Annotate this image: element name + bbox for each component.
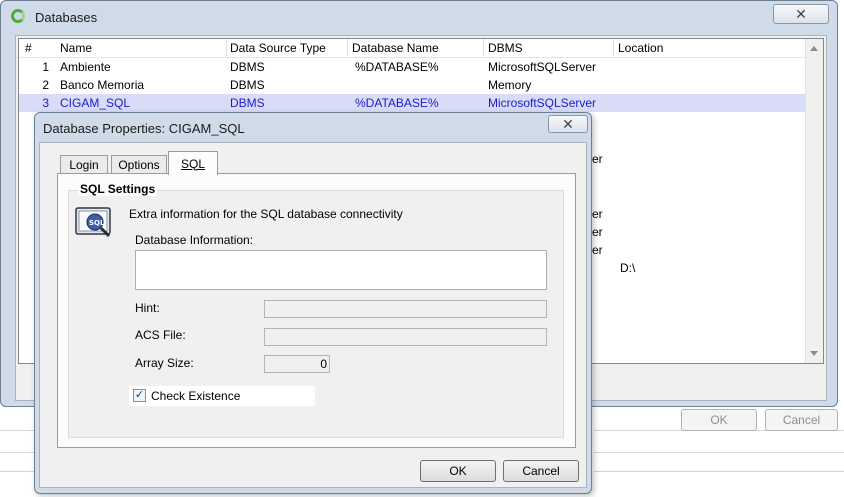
tab-login-label: Login (69, 158, 99, 172)
check-existence-label: Check Existence (151, 389, 241, 403)
row-number: 1 (42, 60, 49, 74)
acs-file-label: ACS File: (135, 328, 186, 342)
scroll-down-icon[interactable] (810, 351, 818, 356)
partial-location-text: D:\ (620, 261, 636, 275)
dialog-title: Database Properties: CIGAM_SQL (43, 121, 245, 136)
tab-options[interactable]: Options (111, 155, 167, 174)
row-dbms: MicrosoftSQLServer (488, 96, 597, 110)
row-dbms: Memory (488, 78, 532, 92)
tab-sql[interactable]: SQL (168, 151, 218, 175)
row-source-type: DBMS (230, 78, 265, 92)
svg-text:SQL: SQL (89, 219, 105, 227)
background-line (0, 471, 34, 472)
sql-tab-panel: SQL Settings SQL Extra information for t… (57, 173, 576, 448)
app-icon (11, 9, 25, 23)
array-size-label: Array Size: (135, 356, 194, 370)
sql-settings-title: SQL Settings (78, 182, 158, 196)
column-header-location[interactable]: Location (618, 41, 663, 55)
column-header-database-name[interactable]: Database Name (352, 41, 439, 55)
tab-login[interactable]: Login (60, 155, 108, 174)
databases-cancel-button[interactable]: Cancel (765, 409, 838, 431)
background-line (594, 452, 844, 453)
hint-field[interactable] (264, 300, 547, 318)
partial-dbms-text: er (592, 225, 603, 239)
databases-close-button[interactable]: ✕ (773, 4, 829, 24)
column-header-dbms[interactable]: DBMS (488, 41, 523, 55)
hint-label: Hint: (135, 301, 160, 315)
row-source-type: DBMS (230, 96, 265, 110)
column-separator[interactable] (226, 39, 227, 56)
databases-ok-button[interactable]: OK (681, 409, 757, 431)
databases-titlebar[interactable]: Databases (1, 1, 837, 31)
check-existence-checkbox[interactable]: ✓ (133, 389, 146, 402)
dialog-ok-button[interactable]: OK (420, 460, 496, 482)
column-separator[interactable] (613, 39, 614, 56)
column-header-source-type[interactable]: Data Source Type (230, 41, 326, 55)
table-row[interactable]: 1 Ambiente DBMS %DATABASE% MicrosoftSQLS… (19, 58, 809, 76)
dialog-client-area: Login Options SQL SQL Settings SQL Extra… (39, 142, 587, 488)
row-name: Banco Memoria (60, 78, 145, 92)
row-number: 2 (42, 78, 49, 92)
column-separator[interactable] (483, 39, 484, 56)
tab-options-label: Options (118, 158, 160, 172)
column-separator[interactable] (347, 39, 348, 56)
scroll-up-icon[interactable] (810, 46, 818, 51)
array-size-field[interactable]: 0 (264, 355, 330, 373)
partial-dbms-text: er (592, 152, 603, 166)
dialog-close-button[interactable]: ✕ (548, 115, 588, 133)
check-existence-row[interactable]: ✓ Check Existence (129, 386, 315, 406)
list-header: # Name Data Source Type Database Name DB… (19, 39, 809, 58)
databases-window-title: Databases (35, 10, 98, 25)
vertical-scrollbar[interactable] (805, 39, 823, 363)
partial-dbms-text: er (592, 243, 603, 257)
database-info-label: Database Information: (135, 233, 254, 247)
table-row[interactable]: 2 Banco Memoria DBMS Memory (19, 76, 809, 94)
row-dbms: MicrosoftSQLServer (488, 60, 597, 74)
row-name: Ambiente (60, 60, 111, 74)
column-header-name[interactable]: Name (60, 41, 92, 55)
background-line (0, 430, 34, 431)
sql-description: Extra information for the SQL database c… (129, 207, 403, 221)
row-database-name: %DATABASE% (355, 96, 439, 110)
partial-dbms-text: er (592, 207, 603, 221)
sql-database-icon: SQL (75, 207, 111, 237)
background-line (0, 452, 34, 453)
database-properties-dialog: Database Properties: CIGAM_SQL ✕ Login O… (34, 112, 592, 494)
sql-settings-group: SQL Settings SQL Extra information for t… (68, 182, 564, 438)
tab-sql-label: SQL (180, 156, 205, 171)
row-number: 3 (42, 96, 49, 110)
row-database-name: %DATABASE% (355, 60, 439, 74)
column-header-number[interactable]: # (25, 41, 32, 55)
background-line (594, 471, 844, 472)
database-info-field[interactable] (135, 250, 547, 290)
acs-file-field[interactable] (264, 328, 547, 346)
row-source-type: DBMS (230, 60, 265, 74)
dialog-cancel-button[interactable]: Cancel (503, 460, 579, 482)
row-name: CIGAM_SQL (60, 96, 131, 110)
table-row-selected[interactable]: 3 CIGAM_SQL DBMS %DATABASE% MicrosoftSQL… (19, 94, 809, 112)
